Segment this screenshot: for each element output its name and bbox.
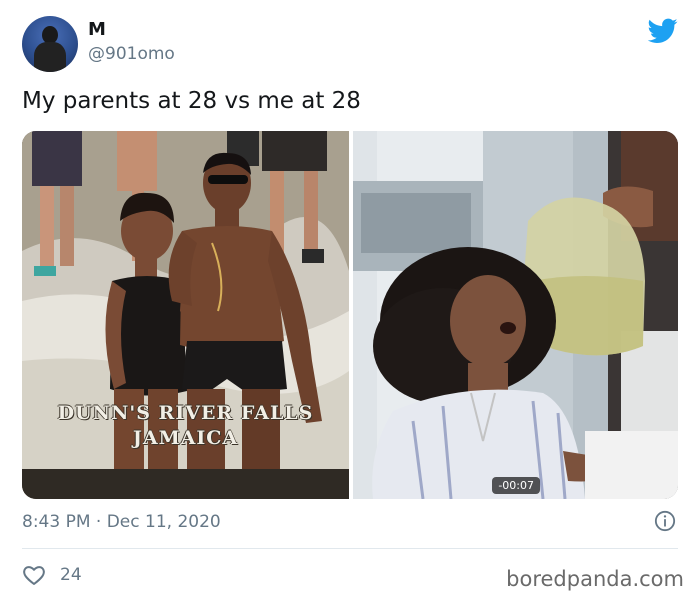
me-video-illustration xyxy=(353,131,678,499)
divider xyxy=(22,548,678,549)
parents-photo[interactable]: DUNN'S RIVER FALLS JAMAICA xyxy=(22,131,349,499)
twitter-bird-icon[interactable] xyxy=(648,18,678,44)
author-name[interactable]: M xyxy=(88,19,106,40)
photo-caption-line2: JAMAICA xyxy=(132,427,239,449)
info-icon[interactable] xyxy=(654,510,676,532)
photo-caption-line1: DUNN'S RIVER FALLS xyxy=(57,402,314,424)
tweet-card: M @901omo My parents at 28 vs me at 28 D… xyxy=(0,0,700,602)
video-duration: -00:07 xyxy=(492,477,540,494)
heart-icon[interactable] xyxy=(22,564,46,586)
tweet-text: My parents at 28 vs me at 28 xyxy=(22,88,361,114)
like-count: 24 xyxy=(60,565,82,585)
avatar-body xyxy=(34,42,66,72)
tweet-timestamp[interactable]: 8:43 PM · Dec 11, 2020 xyxy=(22,512,221,532)
author-handle[interactable]: @901omo xyxy=(88,44,175,64)
watermark: boredpanda.com xyxy=(506,567,684,591)
me-video[interactable]: -00:07 xyxy=(353,131,678,499)
avatar[interactable] xyxy=(22,16,78,72)
